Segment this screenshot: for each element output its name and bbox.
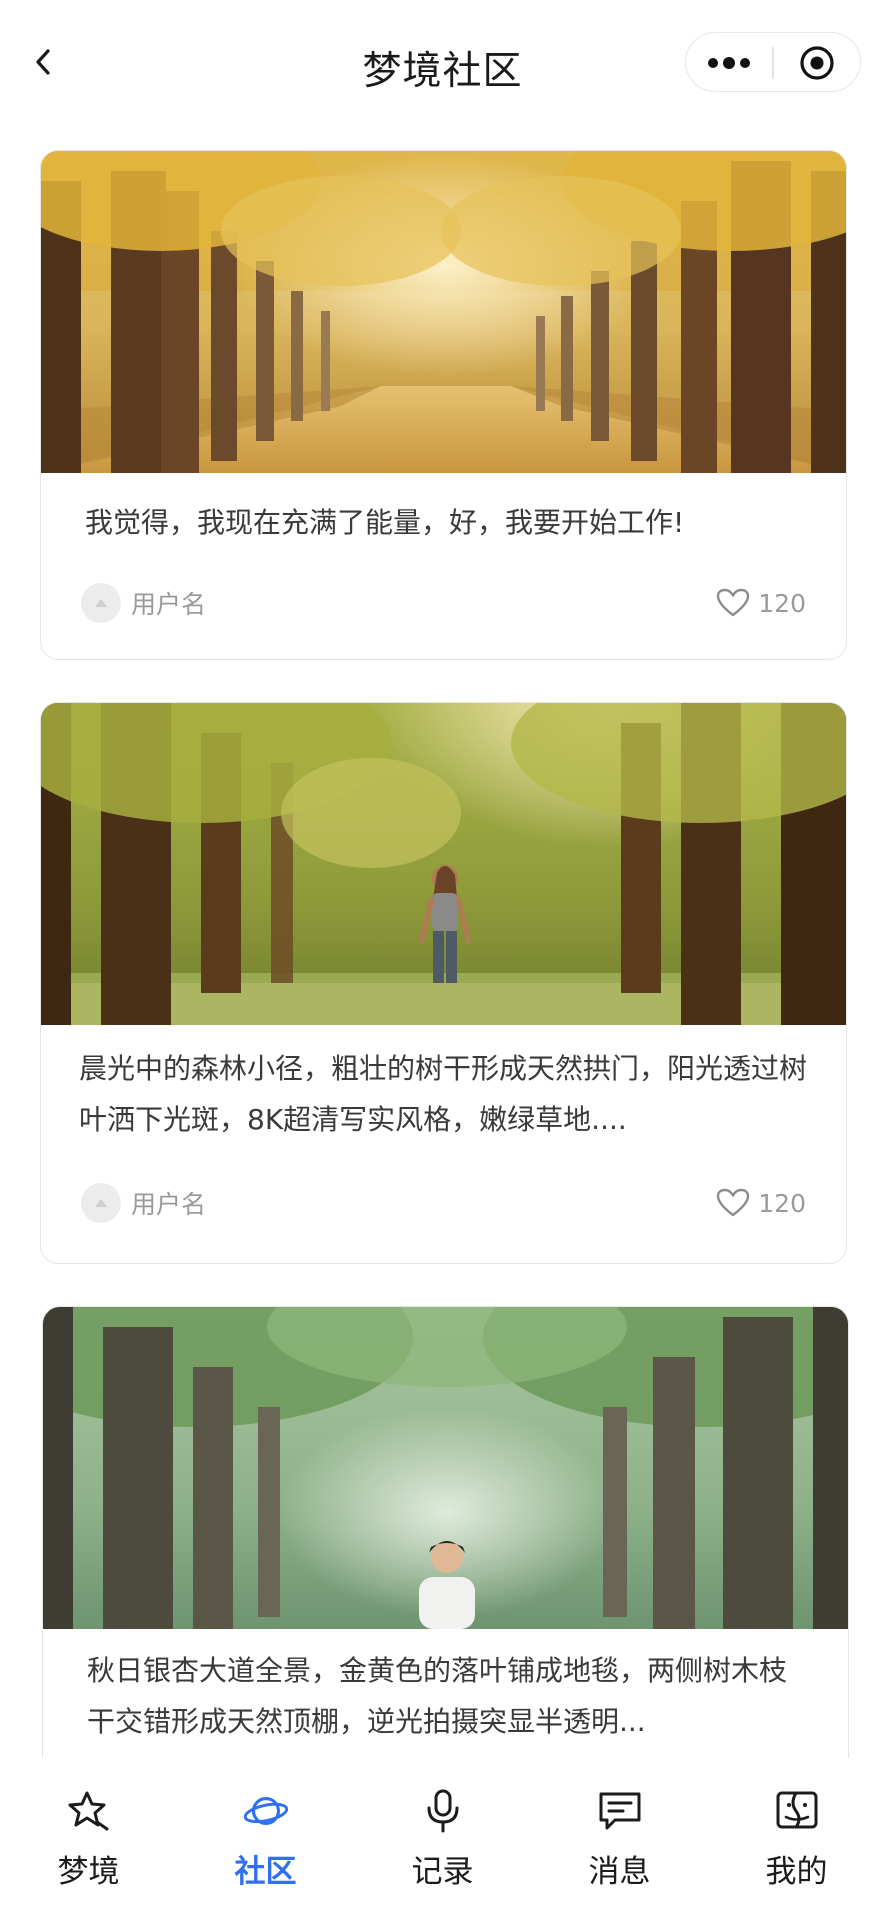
post-text: 我觉得，我现在充满了能量，好，我要开始工作! xyxy=(85,506,685,539)
tab-bar: 梦境 社区 记录 消息 我的 xyxy=(0,1758,885,1920)
mini-program-capsule xyxy=(685,32,861,92)
message-icon xyxy=(597,1788,643,1834)
avatar[interactable] xyxy=(81,583,121,623)
dream-star-icon xyxy=(66,1788,112,1834)
post-image xyxy=(43,1307,848,1629)
tab-label: 梦境 xyxy=(57,1854,120,1890)
heart-icon xyxy=(717,1188,750,1217)
nav-bar: 梦境社区 xyxy=(0,0,885,128)
like-button[interactable]: 120 xyxy=(716,588,806,618)
post-card[interactable]: 秋日银杏大道全景，金黄色的落叶铺成地毯，两侧树木枝干交错形成天然顶棚，逆光拍摄突… xyxy=(42,1306,849,1758)
username[interactable]: 用户名 xyxy=(131,1185,206,1221)
like-count: 120 xyxy=(758,1188,806,1218)
microphone-icon xyxy=(420,1788,466,1834)
post-text: 秋日银杏大道全景，金黄色的落叶铺成地毯，两侧树木枝干交错形成天然顶棚，逆光拍摄突… xyxy=(87,1654,788,1738)
tab-messages[interactable]: 消息 xyxy=(531,1758,708,1920)
post-text: 晨光中的森林小径，粗壮的树干形成天然拱门，阳光透过树叶洒下光斑，8K超清写实风格… xyxy=(79,1052,808,1136)
planet-icon xyxy=(243,1788,289,1834)
post-meta: 用户名 120 xyxy=(81,1181,806,1225)
avatar-placeholder-icon xyxy=(95,1199,107,1207)
post-image xyxy=(41,703,846,1025)
username[interactable]: 用户名 xyxy=(131,585,206,621)
post-meta: 用户名 120 xyxy=(81,581,806,625)
post-card[interactable]: 我觉得，我现在充满了能量，好，我要开始工作! 用户名 120 xyxy=(40,150,847,660)
tab-label: 社区 xyxy=(234,1854,297,1890)
post-feed: 我觉得，我现在充满了能量，好，我要开始工作! 用户名 120 晨光中的森林小径，… xyxy=(0,128,885,1758)
tab-label: 我的 xyxy=(765,1854,828,1890)
close-target-button[interactable] xyxy=(774,33,860,93)
more-dots-icon xyxy=(708,57,750,69)
like-button[interactable]: 120 xyxy=(716,1188,806,1218)
tab-label: 记录 xyxy=(411,1854,474,1890)
like-count: 120 xyxy=(758,588,806,618)
avatar-placeholder-icon xyxy=(95,599,107,607)
post-card[interactable]: 晨光中的森林小径，粗壮的树干形成天然拱门，阳光透过树叶洒下光斑，8K超清写实风格… xyxy=(40,702,847,1264)
heart-icon xyxy=(717,588,750,617)
profile-icon xyxy=(774,1788,820,1834)
tab-dream[interactable]: 梦境 xyxy=(0,1758,177,1920)
tab-profile[interactable]: 我的 xyxy=(708,1758,885,1920)
more-button[interactable] xyxy=(686,33,772,93)
post-image xyxy=(41,151,846,473)
tab-record[interactable]: 记录 xyxy=(354,1758,531,1920)
tab-label: 消息 xyxy=(588,1854,651,1890)
tab-community[interactable]: 社区 xyxy=(177,1758,354,1920)
target-icon xyxy=(800,46,834,80)
avatar[interactable] xyxy=(81,1183,121,1223)
